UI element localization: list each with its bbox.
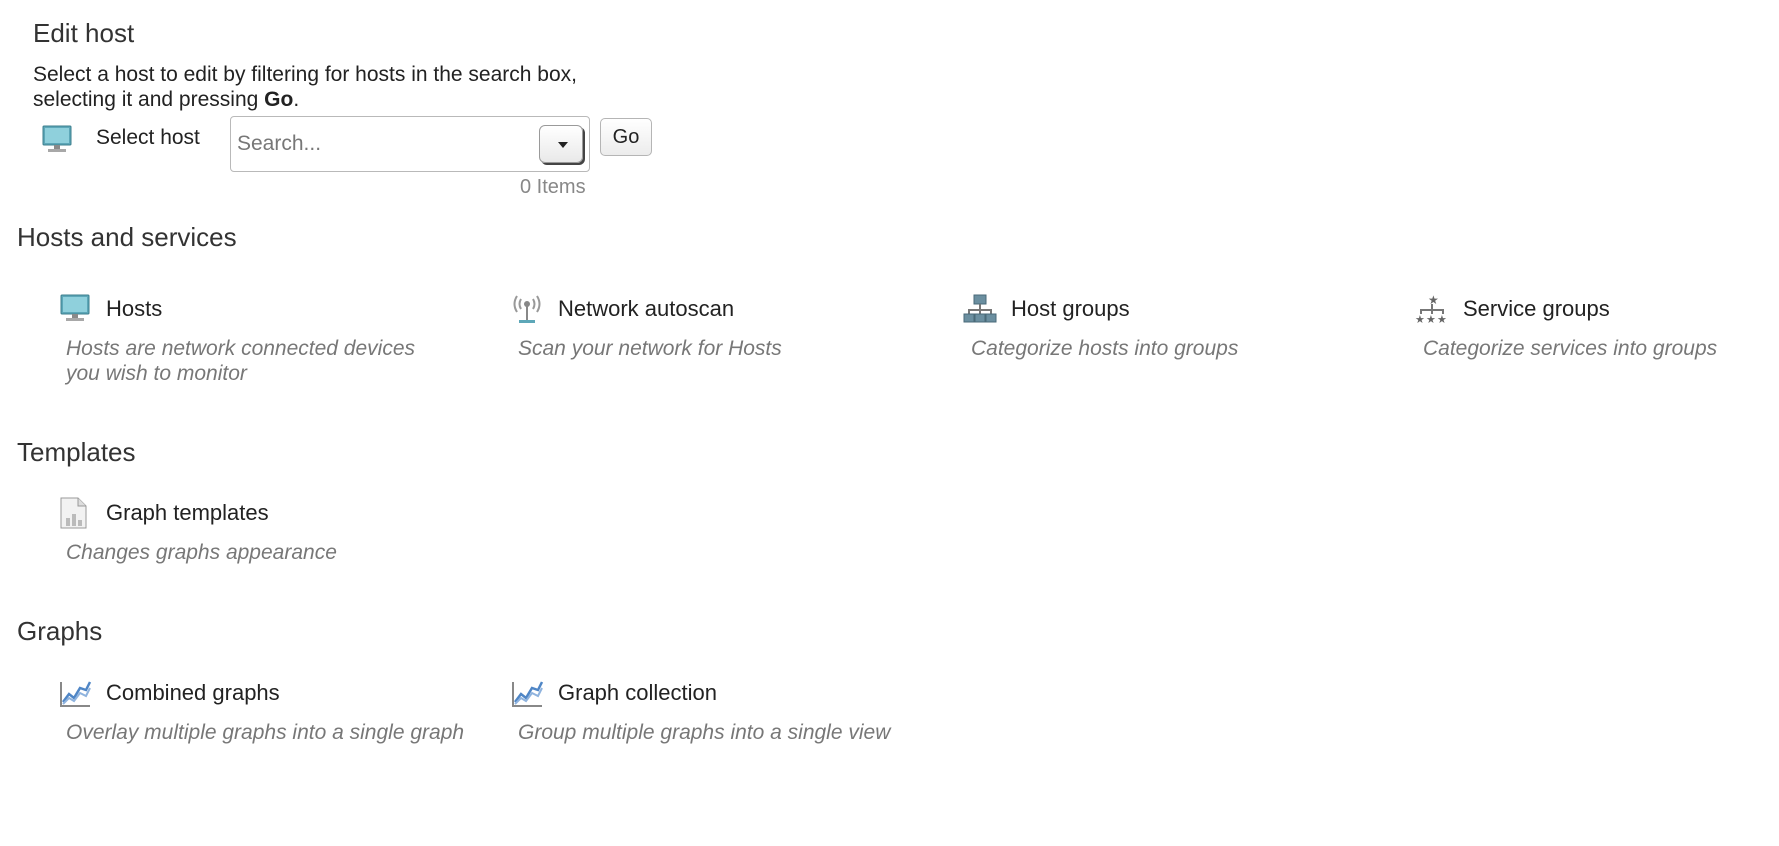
- tile-graph-collection-name[interactable]: Graph collection: [558, 680, 717, 706]
- tile-hosts-desc: Hosts are network connected devices you …: [66, 337, 416, 385]
- tile-service-groups-name[interactable]: Service groups: [1463, 296, 1610, 322]
- go-button[interactable]: Go: [600, 118, 652, 156]
- svg-text:★: ★: [1426, 313, 1436, 326]
- tile-combined-graphs-name[interactable]: Combined graphs: [106, 680, 280, 706]
- chart-icon: [58, 676, 92, 710]
- section-heading-hosts-services: Hosts and services: [17, 222, 237, 252]
- items-count: 0 Items: [520, 176, 586, 198]
- host-icon: [58, 292, 92, 326]
- tile-graph-collection-desc: Group multiple graphs into a single view: [518, 721, 891, 744]
- tile-host-groups-name[interactable]: Host groups: [1011, 296, 1130, 322]
- host-icon: [40, 124, 74, 159]
- tile-hosts-name[interactable]: Hosts: [106, 296, 162, 322]
- service-groups-icon: ★ ★ ★ ★: [1415, 292, 1449, 326]
- section-heading-templates: Templates: [17, 437, 136, 467]
- chart-icon: [510, 676, 544, 710]
- svg-text:★: ★: [1437, 313, 1447, 326]
- desc-go: Go: [264, 88, 294, 111]
- tile-network-autoscan-desc: Scan your network for Hosts: [518, 337, 782, 360]
- tile-combined-graphs-desc: Overlay multiple graphs into a single gr…: [66, 721, 465, 744]
- graph-template-icon: [58, 496, 92, 530]
- tile-network-autoscan-name[interactable]: Network autoscan: [558, 296, 734, 322]
- desc-line2: selecting it and pressing: [33, 88, 265, 111]
- select-host-label: Select host: [96, 126, 200, 149]
- host-groups-icon: [963, 292, 997, 326]
- tile-service-groups-desc: Categorize services into groups: [1423, 337, 1718, 360]
- desc-end: .: [293, 88, 300, 111]
- edit-host-title: Edit host: [33, 18, 135, 48]
- svg-text:★: ★: [1415, 313, 1425, 326]
- section-heading-graphs: Graphs: [17, 616, 103, 646]
- dropdown-toggle-button[interactable]: [539, 125, 583, 163]
- tile-host-groups-desc: Categorize hosts into groups: [971, 337, 1239, 360]
- host-search-combobox[interactable]: [230, 116, 590, 172]
- edit-host-description: Select a host to edit by filtering for h…: [33, 62, 713, 112]
- svg-text:★: ★: [1428, 293, 1439, 307]
- search-input[interactable]: [235, 125, 539, 163]
- tile-graph-templates-name[interactable]: Graph templates: [106, 500, 269, 526]
- desc-line1: Select a host to edit by filtering for h…: [33, 63, 577, 86]
- tile-graph-templates-desc: Changes graphs appearance: [66, 541, 337, 564]
- antenna-icon: [510, 292, 544, 326]
